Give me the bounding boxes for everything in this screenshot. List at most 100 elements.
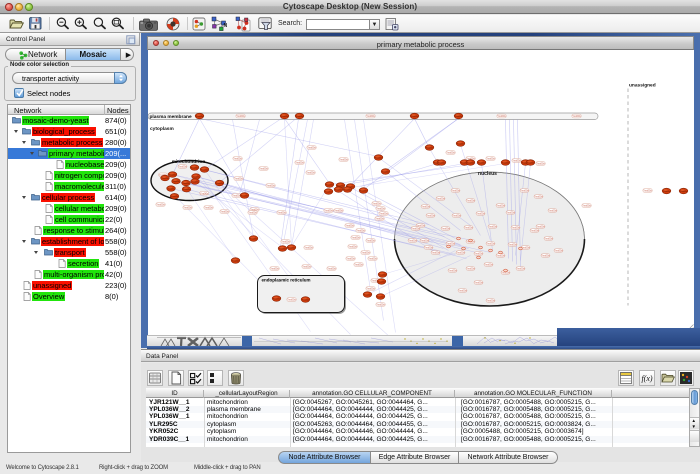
svg-text:Yxx00x: Yxx00x bbox=[411, 226, 420, 230]
svg-text:Yxx00x: Yxx00x bbox=[534, 194, 543, 198]
svg-text:Yxx00x: Yxx00x bbox=[381, 171, 389, 173]
svg-text:unassigned: unassigned bbox=[629, 82, 656, 88]
svg-text:Yxx00x: Yxx00x bbox=[486, 298, 495, 302]
svg-text:Yxx00x: Yxx00x bbox=[215, 182, 223, 184]
svg-text:Yxx00x: Yxx00x bbox=[410, 115, 418, 117]
svg-text:Yxx00x: Yxx00x bbox=[301, 299, 309, 301]
svg-text:Yxx00x: Yxx00x bbox=[249, 238, 257, 240]
svg-text:Yxx00x: Yxx00x bbox=[280, 115, 288, 117]
svg-text:Yxx00x: Yxx00x bbox=[508, 242, 517, 246]
svg-text:Yxx00x: Yxx00x bbox=[426, 213, 435, 217]
svg-text:Yxx00x: Yxx00x bbox=[156, 202, 165, 206]
svg-text:Yxx00x: Yxx00x bbox=[451, 188, 460, 192]
svg-text:Yxx00x: Yxx00x bbox=[431, 250, 440, 254]
svg-text:Yxx00x: Yxx00x bbox=[287, 247, 295, 249]
svg-text:Yxx00x: Yxx00x bbox=[441, 226, 450, 230]
svg-text:Yxx00x: Yxx00x bbox=[474, 280, 483, 284]
svg-text:Yxx00x: Yxx00x bbox=[476, 211, 485, 215]
svg-text:cytoplasm: cytoplasm bbox=[150, 126, 174, 132]
svg-text:Yxx00x: Yxx00x bbox=[183, 205, 192, 209]
svg-text:Yxx00x: Yxx00x bbox=[554, 248, 563, 252]
svg-text:Yxx00x: Yxx00x bbox=[375, 216, 384, 220]
svg-text:Yxx00x: Yxx00x bbox=[348, 244, 357, 248]
svg-text:Yxx00x: Yxx00x bbox=[496, 203, 505, 207]
svg-text:Yxx00x: Yxx00x bbox=[325, 184, 333, 186]
svg-text:Yxx00x: Yxx00x bbox=[240, 195, 248, 197]
svg-text:Yxx00x: Yxx00x bbox=[234, 176, 243, 180]
svg-text:Yxx00x: Yxx00x bbox=[302, 264, 311, 268]
svg-text:Yxx00x: Yxx00x bbox=[662, 190, 670, 192]
svg-text:Yxx00x: Yxx00x bbox=[277, 210, 286, 214]
svg-text:Yxx00x: Yxx00x bbox=[477, 162, 485, 164]
svg-text:Yxx00x: Yxx00x bbox=[582, 203, 591, 207]
svg-text:Yxx00x: Yxx00x bbox=[190, 167, 198, 169]
svg-text:Yxx00x: Yxx00x bbox=[354, 262, 363, 266]
svg-text:Yxx00x: Yxx00x bbox=[172, 181, 180, 183]
svg-text:Yxx00x: Yxx00x bbox=[520, 188, 529, 192]
svg-text:Yxx00x: Yxx00x bbox=[204, 205, 213, 209]
svg-text:Yxx00x: Yxx00x bbox=[270, 266, 279, 270]
svg-text:Yxx00x: Yxx00x bbox=[376, 302, 385, 306]
svg-text:Yxx00x: Yxx00x bbox=[454, 115, 462, 117]
svg-text:Yxx00x: Yxx00x bbox=[351, 235, 360, 239]
svg-text:Yxx00x: Yxx00x bbox=[424, 245, 433, 249]
svg-text:Yxx00x: Yxx00x bbox=[334, 208, 343, 212]
svg-text:Yxx00x: Yxx00x bbox=[248, 210, 257, 214]
svg-text:Yxx00x: Yxx00x bbox=[425, 147, 433, 149]
svg-text:Yxx00x: Yxx00x bbox=[376, 296, 384, 298]
svg-text:Yxx00x: Yxx00x bbox=[512, 158, 521, 162]
svg-text:Yxx00x: Yxx00x bbox=[526, 162, 534, 164]
svg-text:Yxx00x: Yxx00x bbox=[536, 161, 545, 165]
svg-text:Yxx00x: Yxx00x bbox=[544, 236, 553, 240]
svg-text:Yxx00x: Yxx00x bbox=[259, 166, 268, 170]
svg-text:plasma membrane: plasma membrane bbox=[149, 114, 191, 120]
svg-text:nucleus: nucleus bbox=[478, 171, 497, 177]
svg-text:Yxx00x: Yxx00x bbox=[466, 198, 475, 202]
svg-text:Yxx00x: Yxx00x bbox=[366, 114, 375, 118]
svg-text:Yxx00x: Yxx00x bbox=[170, 196, 178, 198]
svg-text:Yxx00x: Yxx00x bbox=[464, 225, 473, 229]
svg-text:Yxx00x: Yxx00x bbox=[182, 182, 190, 184]
svg-text:Yxx00x: Yxx00x bbox=[346, 256, 355, 260]
svg-text:Yxx00x: Yxx00x bbox=[359, 190, 367, 192]
svg-text:Yxx00x: Yxx00x bbox=[281, 239, 290, 243]
svg-text:Yxx00x: Yxx00x bbox=[167, 188, 175, 190]
svg-text:Yxx00x: Yxx00x bbox=[233, 156, 242, 160]
svg-text:Yxx00x: Yxx00x bbox=[379, 211, 388, 215]
svg-text:Yxx00x: Yxx00x bbox=[541, 253, 550, 257]
svg-text:Yxx00x: Yxx00x bbox=[304, 245, 313, 249]
svg-text:N: N bbox=[224, 23, 228, 29]
svg-text:Yxx00x: Yxx00x bbox=[345, 223, 354, 227]
svg-text:Yxx00x: Yxx00x bbox=[178, 164, 187, 168]
svg-text:Yxx00x: Yxx00x bbox=[343, 189, 351, 191]
svg-text:Yxx00x: Yxx00x bbox=[192, 176, 200, 178]
svg-text:Yxx00x: Yxx00x bbox=[295, 115, 303, 117]
svg-text:Yxx00x: Yxx00x bbox=[516, 266, 525, 270]
svg-text:Yxx00x: Yxx00x bbox=[437, 162, 445, 164]
svg-text:Yxx00x: Yxx00x bbox=[458, 288, 467, 292]
svg-text:Yxx00x: Yxx00x bbox=[287, 297, 296, 301]
svg-text:Yxx00x: Yxx00x bbox=[368, 256, 377, 260]
svg-text:Yxx00x: Yxx00x bbox=[378, 274, 386, 276]
svg-text:Yxx00x: Yxx00x bbox=[530, 228, 539, 232]
svg-text:Yxx00x: Yxx00x bbox=[306, 170, 315, 174]
svg-text:Yxx00x: Yxx00x bbox=[278, 248, 286, 250]
svg-text:Yxx00x: Yxx00x bbox=[548, 208, 557, 212]
svg-text:Yxx00x: Yxx00x bbox=[572, 114, 581, 118]
svg-text:Yxx00x: Yxx00x bbox=[511, 225, 520, 229]
svg-text:Yxx00x: Yxx00x bbox=[231, 260, 239, 262]
svg-text:Yxx00x: Yxx00x bbox=[361, 250, 370, 254]
svg-text:Yxx00x: Yxx00x bbox=[421, 204, 430, 208]
svg-text:Yxx00x: Yxx00x bbox=[486, 156, 495, 160]
svg-text:Yxx00x: Yxx00x bbox=[420, 238, 429, 242]
svg-text:Yxx00x: Yxx00x bbox=[161, 177, 169, 179]
svg-text:Yxx00x: Yxx00x bbox=[448, 268, 457, 272]
svg-text:Yxx00x: Yxx00x bbox=[220, 209, 229, 213]
svg-text:Yxx00x: Yxx00x bbox=[501, 162, 509, 164]
svg-text:Yxx00x: Yxx00x bbox=[324, 191, 332, 193]
svg-text:Yxx00x: Yxx00x bbox=[266, 183, 275, 187]
svg-text:Yxx00x: Yxx00x bbox=[195, 115, 203, 117]
svg-text:Yxx00x: Yxx00x bbox=[372, 201, 381, 205]
svg-text:Yxx00x: Yxx00x bbox=[497, 114, 506, 118]
svg-text:Yxx00x: Yxx00x bbox=[408, 238, 417, 242]
